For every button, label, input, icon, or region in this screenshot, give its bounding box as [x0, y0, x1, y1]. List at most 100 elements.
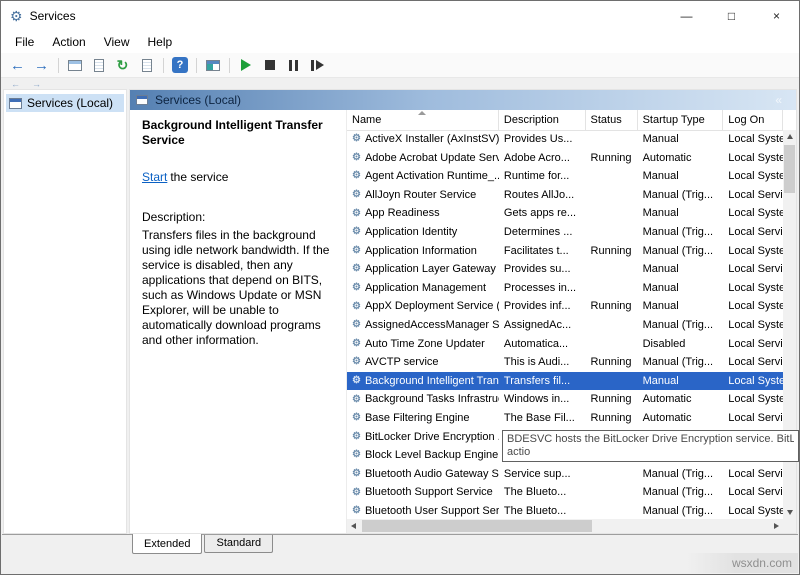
column-header-label: Name — [352, 114, 381, 126]
table-row[interactable]: ⚙AppX Deployment Service (...Provides in… — [347, 297, 783, 316]
service-name: Agent Activation Runtime_... — [365, 167, 499, 186]
table-row[interactable]: ⚙AllJoyn Router ServiceRoutes AllJo...Ma… — [347, 186, 783, 205]
scroll-right-icon[interactable] — [770, 519, 783, 533]
cell-log-on: Local Servi... — [723, 186, 783, 205]
cell-log-on: Local Syste... — [723, 167, 783, 186]
table-row[interactable]: ⚙AssignedAccessManager Se...AssignedAc..… — [347, 316, 783, 335]
collapse-chevron-icon[interactable]: « — [775, 93, 782, 107]
horizontal-scroll-thumb[interactable] — [362, 520, 592, 532]
table-row[interactable]: ⚙Agent Activation Runtime_...Runtime for… — [347, 167, 783, 186]
service-gear-icon: ⚙ — [352, 264, 361, 274]
table-row[interactable]: ⚙App ReadinessGets apps re...ManualLocal… — [347, 204, 783, 223]
table-row[interactable]: ⚙Bluetooth User Support Ser...The Blueto… — [347, 502, 783, 519]
toolbar: ←→ ↻? — [1, 53, 799, 78]
table-row[interactable]: ⚙Bluetooth Audio Gateway S...Service sup… — [347, 465, 783, 484]
service-gear-icon: ⚙ — [352, 469, 361, 479]
service-name: Application Management — [365, 279, 486, 298]
minimize-button[interactable]: — — [664, 1, 709, 31]
cell-log-on: Local Servi... — [723, 260, 783, 279]
table-row[interactable]: ⚙Base Filtering EngineThe Base Fil...Run… — [347, 409, 783, 428]
scroll-up-icon[interactable] — [783, 130, 796, 143]
column-header-description[interactable]: Description — [499, 110, 586, 130]
cell-startup-type: Manual — [638, 260, 724, 279]
scroll-down-icon[interactable] — [783, 506, 796, 519]
service-gear-icon: ⚙ — [352, 171, 361, 181]
refresh-icon[interactable]: ↻ — [111, 55, 134, 75]
table-row[interactable]: ⚙Application IdentityDetermines ...Manua… — [347, 223, 783, 242]
stop-service-icon[interactable] — [258, 55, 281, 75]
cell-startup-type: Manual (Trig... — [638, 483, 724, 502]
column-header-status[interactable]: Status — [586, 110, 638, 130]
tree-item-services-local[interactable]: Services (Local) — [6, 94, 124, 112]
cell-name: ⚙Base Filtering Engine — [347, 409, 499, 428]
watermark: wsxdn.com — [686, 553, 798, 573]
cell-log-on: Local Syste... — [723, 242, 783, 261]
service-gear-icon: ⚙ — [352, 357, 361, 367]
cell-description: Provides inf... — [499, 297, 586, 316]
menu-action[interactable]: Action — [43, 33, 94, 51]
cell-status — [586, 130, 638, 149]
close-button[interactable]: × — [754, 1, 799, 31]
console-icon — [9, 98, 22, 109]
list-pane: NameDescriptionStatusStartup TypeLog On … — [347, 110, 796, 533]
column-header-log-on[interactable]: Log On — [723, 110, 783, 130]
export-list-icon[interactable] — [135, 55, 158, 75]
show-console-tree-icon[interactable] — [63, 55, 86, 75]
table-row[interactable]: ⚙ActiveX Installer (AxInstSV)Provides Us… — [347, 130, 783, 149]
cell-description: This is Audi... — [499, 353, 586, 372]
list-header: Name DescriptionStatusStartup Type Log On — [347, 110, 783, 131]
forward-icon[interactable]: → — [30, 55, 53, 75]
table-row[interactable]: ⚙Application ManagementProcesses in...Ma… — [347, 279, 783, 298]
table-row[interactable]: ⚙Background Intelligent Tran...Transfers… — [347, 372, 783, 391]
show-action-pane-icon[interactable] — [201, 55, 224, 75]
service-gear-icon: ⚙ — [352, 227, 361, 237]
cell-description: Provides su... — [499, 260, 586, 279]
properties-icon[interactable] — [87, 55, 110, 75]
table-row[interactable]: ⚙Auto Time Zone UpdaterAutomatica...Disa… — [347, 335, 783, 354]
service-gear-icon: ⚙ — [352, 246, 361, 256]
table-row[interactable]: ⚙Adobe Acrobat Update Serv...Adobe Acro.… — [347, 149, 783, 168]
column-header-startup-type[interactable]: Startup Type — [638, 110, 724, 130]
cell-description: The Base Fil... — [499, 409, 586, 428]
band-back-icon[interactable]: ← — [11, 80, 20, 89]
service-gear-icon: ⚙ — [352, 413, 361, 423]
horizontal-scrollbar[interactable] — [347, 519, 783, 533]
table-row[interactable]: ⚙Application InformationFacilitates t...… — [347, 242, 783, 261]
detail-pane: Background Intelligent Transfer Service … — [130, 110, 347, 533]
toolbar-separator — [163, 58, 164, 73]
column-header-label: Log On — [728, 114, 764, 126]
table-row[interactable]: ⚙Bluetooth Support ServiceThe Blueto...M… — [347, 483, 783, 502]
cell-name: ⚙BitLocker Drive Encryption ... — [347, 428, 499, 447]
vertical-scroll-thumb[interactable] — [784, 145, 795, 193]
back-icon[interactable]: ← — [6, 55, 29, 75]
cell-name: ⚙Background Tasks Infrastruc... — [347, 390, 499, 409]
start-service-icon[interactable] — [234, 55, 257, 75]
table-row[interactable]: ⚙Application Layer Gateway ...Provides s… — [347, 260, 783, 279]
cell-description: Processes in... — [499, 279, 586, 298]
table-row[interactable]: ⚙AVCTP serviceThis is Audi...RunningManu… — [347, 353, 783, 372]
cell-description: Gets apps re... — [499, 204, 586, 223]
cell-status: Running — [586, 353, 638, 372]
view-tabs: ExtendedStandard — [2, 534, 798, 554]
scroll-left-icon[interactable] — [347, 519, 360, 533]
tab-standard[interactable]: Standard — [204, 535, 273, 553]
pause-service-icon[interactable] — [282, 55, 305, 75]
cell-log-on: Local Servi... — [723, 335, 783, 354]
band-forward-icon[interactable]: → — [32, 80, 41, 89]
tab-extended[interactable]: Extended — [132, 534, 202, 554]
menu-help[interactable]: Help — [139, 33, 182, 51]
cell-status — [586, 204, 638, 223]
start-service-line: Startthe service — [142, 170, 336, 184]
menu-file[interactable]: File — [6, 33, 43, 51]
menu-view[interactable]: View — [95, 33, 139, 51]
maximize-button[interactable]: □ — [709, 1, 754, 31]
restart-service-icon[interactable] — [306, 55, 329, 75]
cell-status — [586, 279, 638, 298]
service-gear-icon: ⚙ — [352, 432, 361, 442]
table-row[interactable]: ⚙Background Tasks Infrastruc...Windows i… — [347, 390, 783, 409]
start-service-link[interactable]: Start — [142, 170, 167, 184]
column-header-name[interactable]: Name — [347, 110, 499, 130]
services-app-icon: ⚙ — [10, 9, 23, 23]
help-icon[interactable]: ? — [172, 57, 188, 73]
window-controls: — □ × — [664, 1, 799, 31]
